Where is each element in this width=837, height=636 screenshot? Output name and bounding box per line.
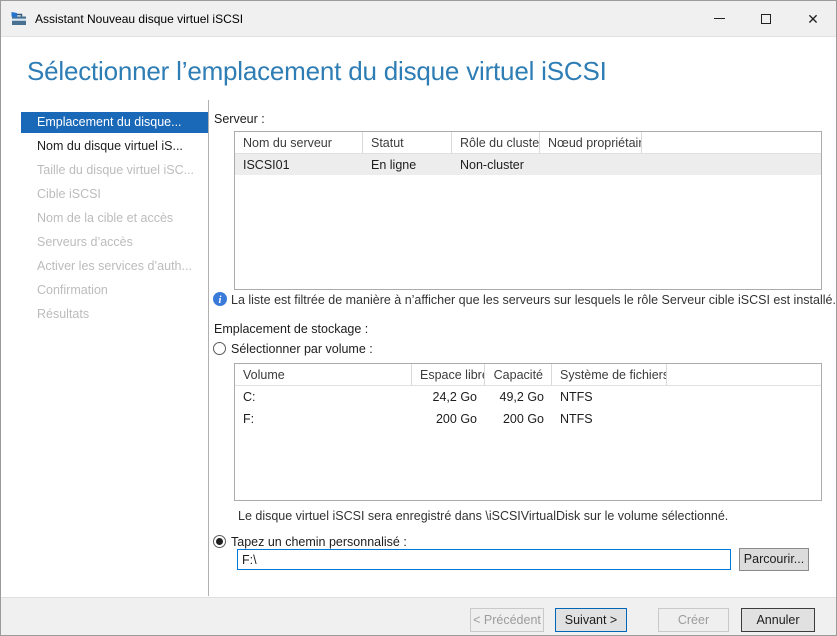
- svg-text:i: i: [219, 295, 222, 306]
- maximize-icon: [761, 14, 771, 24]
- volume-cell: F:: [235, 412, 412, 426]
- step-disk-location[interactable]: Emplacement du disque...: [21, 112, 208, 133]
- create-button: Créer: [658, 608, 729, 632]
- close-icon: ✕: [807, 12, 819, 26]
- wizard-window: Assistant Nouveau disque virtuel iSCSI ✕…: [0, 0, 837, 636]
- browse-button[interactable]: Parcourir...: [739, 548, 809, 571]
- column-header-capacity[interactable]: Capacité: [485, 364, 552, 385]
- step-iscsi-target: Cible iSCSI: [21, 184, 208, 205]
- step-access-servers: Serveurs d’accès: [21, 232, 208, 253]
- column-header-volume[interactable]: Volume: [235, 364, 412, 385]
- volume-table-header: Volume Espace libre Capacité Système de …: [235, 364, 821, 386]
- step-disk-name[interactable]: Nom du disque virtuel iS...: [21, 136, 208, 157]
- minimize-icon: [714, 18, 725, 19]
- server-row[interactable]: ISCSI01 En ligne Non-cluster: [235, 154, 821, 175]
- capacity-cell: 200 Go: [485, 412, 552, 426]
- info-icon: i: [213, 292, 227, 306]
- maximize-button[interactable]: [743, 1, 789, 36]
- volume-table: Volume Espace libre Capacité Système de …: [234, 363, 822, 501]
- free-space-cell: 24,2 Go: [412, 390, 485, 404]
- column-header-owner-node[interactable]: Nœud propriétaire: [540, 132, 642, 153]
- step-disk-size: Taille du disque virtuel iSC...: [21, 160, 208, 181]
- volume-row-c[interactable]: C: 24,2 Go 49,2 Go NTFS: [235, 386, 821, 408]
- next-button[interactable]: Suivant >: [555, 608, 627, 632]
- column-header-spacer: [642, 132, 821, 153]
- step-target-name: Nom de la cible et accès: [21, 208, 208, 229]
- server-table: Nom du serveur Statut Rôle du cluster Nœ…: [234, 131, 822, 290]
- wizard-steps-sidebar: Emplacement du disque... Nom du disque v…: [21, 112, 208, 328]
- column-header-free-space[interactable]: Espace libre: [412, 364, 485, 385]
- server-status-cell: En ligne: [363, 158, 452, 172]
- virtual-disk-note: Le disque virtuel iSCSI sera enregistré …: [238, 509, 728, 523]
- custom-path-radio[interactable]: [213, 535, 226, 548]
- filter-info-text: La liste est filtrée de manière à n’affi…: [231, 293, 836, 307]
- column-header-status[interactable]: Statut: [363, 132, 452, 153]
- step-confirmation: Confirmation: [21, 280, 208, 301]
- capacity-cell: 49,2 Go: [485, 390, 552, 404]
- cancel-button[interactable]: Annuler: [741, 608, 815, 632]
- custom-path-label[interactable]: Tapez un chemin personnalisé :: [231, 535, 407, 549]
- column-header-server-name[interactable]: Nom du serveur: [235, 132, 363, 153]
- column-header-cluster-role[interactable]: Rôle du cluster: [452, 132, 540, 153]
- free-space-cell: 200 Go: [412, 412, 485, 426]
- footer-bar: < Précédent Suivant > Créer Annuler: [1, 597, 836, 636]
- filesystem-cell: NTFS: [552, 390, 667, 404]
- select-by-volume-label[interactable]: Sélectionner par volume :: [231, 342, 373, 356]
- column-header-spacer: [667, 364, 821, 385]
- storage-location-label: Emplacement de stockage :: [214, 322, 368, 336]
- step-auth-services: Activer les services d’auth...: [21, 256, 208, 277]
- server-label: Serveur :: [214, 112, 265, 126]
- select-by-volume-radio[interactable]: [213, 342, 226, 355]
- page-title: Sélectionner l’emplacement du disque vir…: [27, 56, 607, 87]
- step-results: Résultats: [21, 304, 208, 325]
- filesystem-cell: NTFS: [552, 412, 667, 426]
- titlebar: Assistant Nouveau disque virtuel iSCSI ✕: [1, 1, 836, 37]
- volume-row-f[interactable]: F: 200 Go 200 Go NTFS: [235, 408, 821, 430]
- minimize-button[interactable]: [696, 1, 742, 36]
- close-button[interactable]: ✕: [790, 1, 836, 36]
- window-title: Assistant Nouveau disque virtuel iSCSI: [35, 12, 243, 26]
- previous-button: < Précédent: [470, 608, 544, 632]
- custom-path-input[interactable]: [237, 549, 731, 570]
- sidebar-divider: [208, 100, 209, 596]
- server-name-cell: ISCSI01: [235, 158, 363, 172]
- server-table-header: Nom du serveur Statut Rôle du cluster Nœ…: [235, 132, 821, 154]
- column-header-filesystem[interactable]: Système de fichiers: [552, 364, 667, 385]
- wizard-toolbox-icon: [11, 11, 27, 27]
- volume-cell: C:: [235, 390, 412, 404]
- server-cluster-role-cell: Non-cluster: [452, 158, 540, 172]
